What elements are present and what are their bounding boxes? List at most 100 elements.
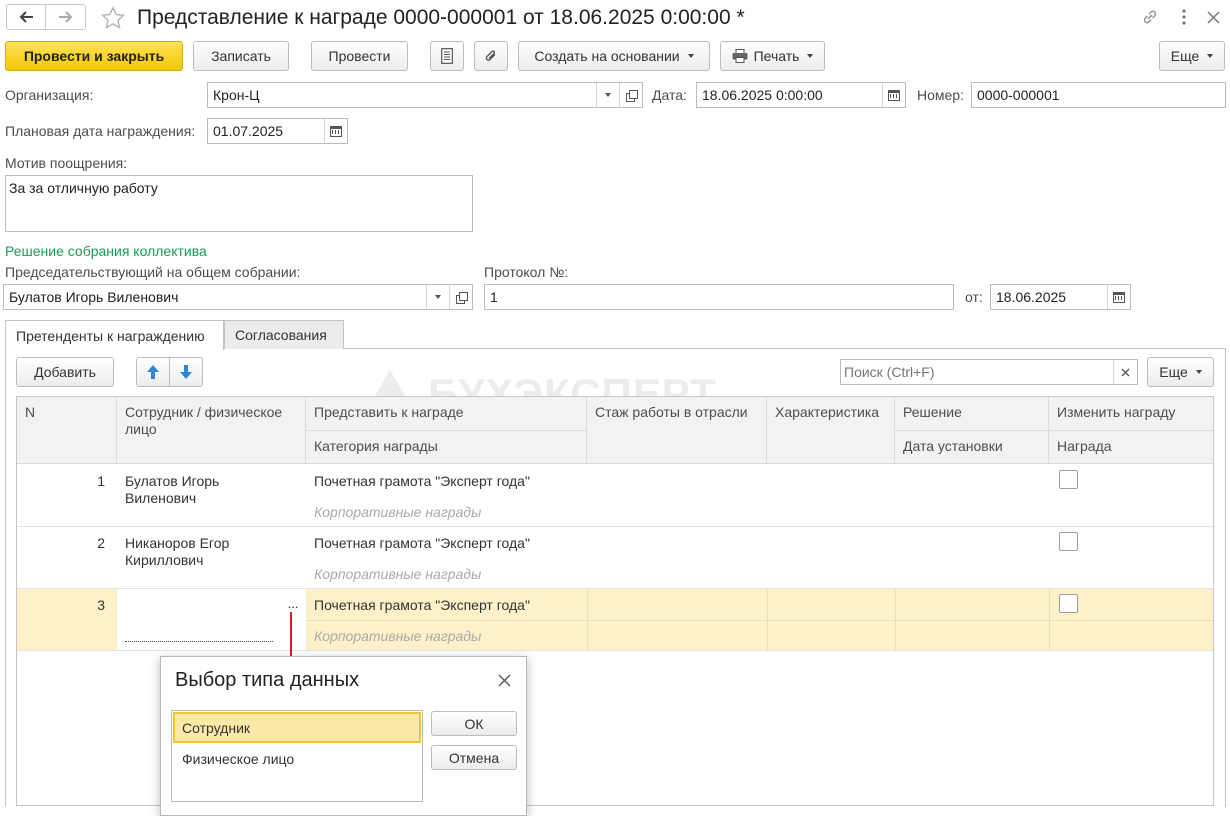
col-divider <box>895 589 896 650</box>
column-header-n[interactable]: N <box>17 397 117 464</box>
column-header-set-date[interactable]: Дата установки <box>895 431 1049 464</box>
date-calendar-button[interactable] <box>882 83 905 107</box>
type-option-individual[interactable]: Физическое лицо <box>173 745 421 773</box>
favorite-star-button[interactable] <box>98 4 128 32</box>
protocol-date-field[interactable]: 18.06.2025 <box>990 284 1131 310</box>
protocol-label: Протокол №: <box>484 264 569 280</box>
motive-textarea[interactable]: За за отличную работу <box>5 175 473 232</box>
create-based-on-button[interactable]: Создать на основании <box>518 41 710 71</box>
chevron-down-icon <box>435 295 441 299</box>
kebab-icon <box>1182 9 1186 25</box>
post-button[interactable]: Провести <box>311 41 408 71</box>
dialog-title: Выбор типа данных <box>175 669 360 691</box>
row-award-category: Корпоративные награды <box>314 628 482 644</box>
printer-icon <box>732 49 748 63</box>
close-icon <box>1121 368 1130 376</box>
column-header-change-award[interactable]: Изменить награду <box>1049 397 1213 431</box>
row-number: 1 <box>97 473 105 489</box>
open-icon <box>455 291 468 304</box>
row-change-award-checkbox[interactable] <box>1059 470 1078 489</box>
row-employee: Булатов Игорь Виленович <box>125 473 220 506</box>
back-button[interactable] <box>6 4 46 30</box>
more-actions-label: Еще <box>1170 48 1200 64</box>
open-icon <box>625 89 638 102</box>
column-header-present-award[interactable]: Представить к награде <box>306 397 587 431</box>
tab-candidates[interactable]: Претенденты к награждению <box>5 320 224 350</box>
row-divider-inner <box>306 620 1213 621</box>
date-field[interactable]: 18.06.2025 0:00:00 <box>696 82 906 108</box>
search-input[interactable] <box>841 360 1113 384</box>
organization-field[interactable]: Крон-Ц <box>207 82 643 108</box>
calendar-icon <box>888 89 900 101</box>
more-vertical-button[interactable] <box>1174 6 1194 28</box>
link-button[interactable] <box>1138 6 1162 28</box>
post-and-close-button[interactable]: Провести и закрыть <box>5 41 183 71</box>
column-header-award[interactable]: Награда <box>1049 431 1213 464</box>
dialog-close-button[interactable] <box>494 670 514 690</box>
more-actions-button[interactable]: Еще <box>1159 41 1225 71</box>
col-divider <box>1049 589 1050 650</box>
chairman-dropdown-button[interactable] <box>426 285 449 309</box>
column-header-award-category[interactable]: Категория награды <box>306 431 587 464</box>
search-clear-button[interactable] <box>1113 360 1137 384</box>
row-number: 3 <box>97 597 105 613</box>
forward-button[interactable] <box>46 4 86 30</box>
chairman-open-button[interactable] <box>449 285 472 309</box>
calendar-icon <box>1113 291 1125 303</box>
col-divider <box>587 589 588 650</box>
planned-date-value: 01.07.2025 <box>213 123 284 139</box>
col-divider <box>767 589 768 650</box>
create-based-on-label: Создать на основании <box>534 48 680 64</box>
close-window-button[interactable] <box>1202 6 1224 28</box>
add-row-button[interactable]: Добавить <box>16 357 114 387</box>
paperclip-icon <box>485 50 496 61</box>
section-title: Решение собрания коллектива <box>5 243 207 259</box>
column-header-decision[interactable]: Решение <box>895 397 1049 431</box>
row-award-category: Корпоративные награды <box>314 566 482 582</box>
tab-approvals[interactable]: Согласования <box>224 320 344 349</box>
chairman-label: Председательствующий на общем собрании: <box>5 264 301 280</box>
save-button[interactable]: Записать <box>193 41 289 71</box>
organization-dropdown-button[interactable] <box>596 83 619 107</box>
attachments-button[interactable] <box>474 41 508 71</box>
organization-label: Организация: <box>5 87 94 103</box>
chevron-down-icon <box>1195 370 1202 374</box>
protocol-date-calendar-button[interactable] <box>1107 285 1130 309</box>
table-more-button[interactable]: Еще <box>1147 357 1214 387</box>
row-change-award-checkbox[interactable] <box>1059 532 1078 551</box>
employee-edit-field[interactable]: ... <box>117 589 306 650</box>
print-button[interactable]: Печать <box>720 41 825 71</box>
protocol-value: 1 <box>490 289 498 305</box>
protocol-field[interactable]: 1 <box>484 284 954 310</box>
column-header-characteristic[interactable]: Характеристика <box>767 397 895 464</box>
planned-date-calendar-button[interactable] <box>324 119 347 143</box>
close-icon <box>1206 10 1220 24</box>
move-down-button[interactable] <box>169 357 203 387</box>
row-award: Почетная грамота "Эксперт года" <box>314 535 530 551</box>
dialog-cancel-button[interactable]: Отмена <box>431 745 517 770</box>
organization-open-button[interactable] <box>619 83 642 107</box>
type-option-employee[interactable]: Сотрудник <box>173 712 421 743</box>
type-list: Сотрудник Физическое лицо <box>171 710 423 802</box>
column-header-experience[interactable]: Стаж работы в отрасли <box>587 397 767 464</box>
move-up-button[interactable] <box>136 357 170 387</box>
report-button[interactable] <box>430 41 464 71</box>
search-field[interactable] <box>840 359 1138 385</box>
number-value: 0000-000001 <box>977 87 1060 103</box>
column-header-employee[interactable]: Сотрудник / физическое лицо <box>117 397 306 464</box>
table-more-label: Еще <box>1159 364 1188 380</box>
chairman-value: Булатов Игорь Виленович <box>9 289 179 305</box>
dialog-ok-button[interactable]: ОК <box>431 711 517 736</box>
chevron-down-icon <box>687 54 694 58</box>
document-list-icon <box>441 48 453 64</box>
chairman-field[interactable]: Булатов Игорь Виленович <box>3 284 473 310</box>
protocol-date-value: 18.06.2025 <box>996 289 1067 305</box>
number-field[interactable]: 0000-000001 <box>971 82 1226 108</box>
row-change-award-checkbox[interactable] <box>1059 594 1078 613</box>
protocol-date-label: от: <box>965 289 983 305</box>
chevron-down-icon <box>605 93 611 97</box>
planned-date-label: Плановая дата награждения: <box>5 123 196 139</box>
employee-edit-underline <box>125 641 273 642</box>
row-award: Почетная грамота "Эксперт года" <box>314 473 530 489</box>
planned-date-field[interactable]: 01.07.2025 <box>207 118 348 144</box>
